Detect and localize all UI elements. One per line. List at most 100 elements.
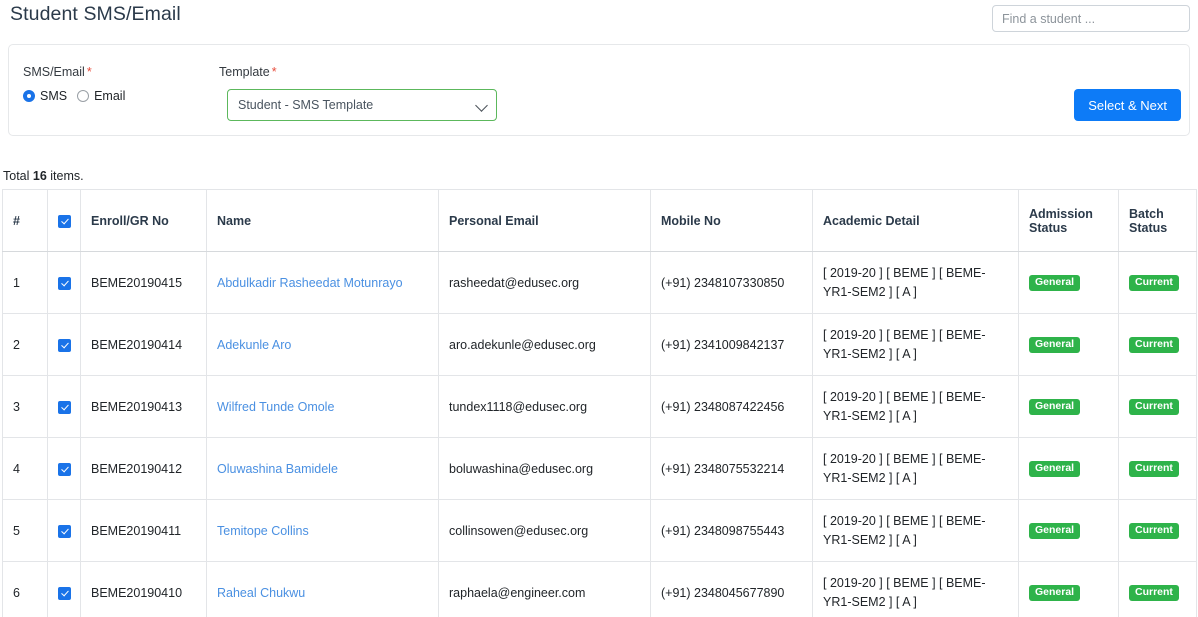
row-mobile-no: (+91) 2348075532214 [650, 437, 813, 500]
batch-status-badge: Current [1129, 522, 1179, 539]
select-and-next-button[interactable]: Select & Next [1074, 89, 1181, 121]
radio-option-sms[interactable]: SMS [23, 89, 67, 103]
radio-sms-label: SMS [40, 89, 68, 103]
row-checkbox-cell[interactable] [47, 561, 81, 617]
table-row: 1 BEME20190415 Abdulkadir Rasheedat Motunr… [2, 251, 1197, 314]
row-academic-detail: [ 2019-20 ] [ BEME ] [ BEME-YR1-SEM2 ] [… [812, 375, 1019, 438]
filter-card: SMS/Email * SMS Email Template * Student -… [8, 44, 1190, 136]
radio-sms-icon[interactable] [23, 90, 35, 102]
table-header-row: # Enroll/GR No Name Personal Email Mobil… [2, 189, 1197, 252]
table-head: # Enroll/GR No Name Personal Email Mobil… [2, 189, 1197, 252]
table-row: 5 BEME20190411 Temitope Collins collinsowen… [2, 499, 1197, 562]
header-enroll[interactable]: Enroll/GR No [80, 189, 207, 252]
student-name-link[interactable]: Temitope Collins [217, 524, 309, 538]
table-row: 4 BEME20190412 Oluwashina Bamidele boluwash… [2, 437, 1197, 500]
row-checkbox[interactable] [58, 462, 71, 476]
smsemail-label-text: SMS/Email [23, 65, 85, 79]
row-enroll-no: BEME20190412 [80, 437, 207, 500]
row-checkbox[interactable] [58, 524, 71, 538]
row-academic-detail: [ 2019-20 ] [ BEME ] [ BEME-YR1-SEM2 ] [… [812, 561, 1019, 617]
row-checkbox-cell[interactable] [47, 437, 81, 500]
row-checkbox[interactable] [58, 400, 71, 414]
radio-email-label: Email [94, 89, 126, 103]
row-checkbox-cell[interactable] [47, 499, 81, 562]
students-table: # Enroll/GR No Name Personal Email Mobil… [2, 189, 1197, 617]
row-batch-status-cell: Current [1118, 499, 1197, 562]
template-select[interactable]: Student - SMS Template [227, 89, 497, 121]
row-mobile-no: (+91) 2341009842137 [650, 313, 813, 376]
row-checkbox[interactable] [58, 338, 71, 352]
table-row: 2 BEME20190414 Adekunle Aro aro.adekunle@ed… [2, 313, 1197, 376]
header-academic[interactable]: Academic Detail [812, 189, 1019, 252]
admission-status-badge: General [1029, 336, 1081, 353]
row-name-cell[interactable]: Adekunle Aro [206, 313, 439, 376]
row-name-cell[interactable]: Raheal Chukwu [206, 561, 439, 617]
header-email[interactable]: Personal Email [438, 189, 651, 252]
row-name-cell[interactable]: Temitope Collins [206, 499, 439, 562]
row-batch-status-cell: Current [1118, 561, 1197, 617]
header-select-all[interactable] [47, 189, 81, 252]
table-row: 6 BEME20190410 Raheal Chukwu raphaela@engin… [2, 561, 1197, 617]
row-academic-detail: [ 2019-20 ] [ BEME ] [ BEME-YR1-SEM2 ] [… [812, 499, 1019, 562]
row-batch-status-cell: Current [1118, 313, 1197, 376]
header-mobile[interactable]: Mobile No [650, 189, 813, 252]
row-personal-email: raphaela@engineer.com [438, 561, 651, 617]
row-academic-detail: [ 2019-20 ] [ BEME ] [ BEME-YR1-SEM2 ] [… [812, 313, 1019, 376]
total-items-text: Total 16 items. [3, 169, 84, 183]
row-checkbox[interactable] [58, 586, 71, 600]
row-enroll-no: BEME20190414 [80, 313, 207, 376]
table-row: 3 BEME20190413 Wilfred Tunde Omole tundex11… [2, 375, 1197, 438]
header-name[interactable]: Name [206, 189, 439, 252]
admission-status-badge: General [1029, 460, 1081, 477]
student-name-link[interactable]: Oluwashina Bamidele [217, 462, 338, 476]
student-name-link[interactable]: Wilfred Tunde Omole [217, 400, 334, 414]
page-title: Student SMS/Email [10, 3, 181, 25]
row-admission-status-cell: General [1018, 375, 1119, 438]
row-personal-email: tundex1118@edusec.org [438, 375, 651, 438]
row-name-cell[interactable]: Wilfred Tunde Omole [206, 375, 439, 438]
row-index: 4 [2, 437, 48, 500]
total-count: 16 [32, 169, 47, 183]
search-input[interactable] [992, 5, 1190, 32]
total-prefix: Total [3, 169, 33, 183]
radio-option-email[interactable]: Email [77, 89, 125, 103]
admission-status-badge: General [1029, 274, 1081, 291]
header-admission[interactable]: Admission Status [1018, 189, 1119, 252]
row-checkbox-cell[interactable] [47, 313, 81, 376]
row-admission-status-cell: General [1018, 251, 1119, 314]
total-suffix: items. [46, 169, 84, 183]
row-batch-status-cell: Current [1118, 251, 1197, 314]
student-name-link[interactable]: Abdulkadir Rasheedat Motunrayo [217, 276, 403, 290]
row-name-cell[interactable]: Oluwashina Bamidele [206, 437, 439, 500]
batch-status-badge: Current [1129, 584, 1179, 601]
row-academic-detail: [ 2019-20 ] [ BEME ] [ BEME-YR1-SEM2 ] [… [812, 251, 1019, 314]
row-personal-email: rasheedat@edusec.org [438, 251, 651, 314]
admission-status-badge: General [1029, 584, 1081, 601]
row-index: 6 [2, 561, 48, 617]
batch-status-badge: Current [1129, 460, 1179, 477]
row-checkbox[interactable] [58, 276, 71, 290]
row-name-cell[interactable]: Abdulkadir Rasheedat Motunrayo [206, 251, 439, 314]
table-body: 1 BEME20190415 Abdulkadir Rasheedat Motunr… [2, 251, 1197, 617]
page-header: Student SMS/Email [0, 0, 1198, 36]
header-batch[interactable]: Batch Status [1118, 189, 1197, 252]
row-index: 1 [2, 251, 48, 314]
batch-status-badge: Current [1129, 398, 1179, 415]
students-table-wrapper: # Enroll/GR No Name Personal Email Mobil… [2, 189, 1197, 617]
radio-email-icon[interactable] [77, 90, 90, 102]
student-name-link[interactable]: Adekunle Aro [217, 338, 291, 352]
row-checkbox-cell[interactable] [47, 375, 81, 438]
chevron-down-icon [475, 99, 488, 112]
row-personal-email: boluwashina@edusec.org [438, 437, 651, 500]
row-personal-email: collinsowen@edusec.org [438, 499, 651, 562]
student-name-link[interactable]: Raheal Chukwu [217, 586, 305, 600]
row-academic-detail: [ 2019-20 ] [ BEME ] [ BEME-YR1-SEM2 ] [… [812, 437, 1019, 500]
row-checkbox-cell[interactable] [47, 251, 81, 314]
channel-radio-group: SMS Email [23, 89, 125, 103]
select-all-checkbox[interactable] [58, 214, 71, 228]
admission-status-badge: General [1029, 522, 1081, 539]
row-index: 5 [2, 499, 48, 562]
row-batch-status-cell: Current [1118, 375, 1197, 438]
row-admission-status-cell: General [1018, 437, 1119, 500]
row-index: 2 [2, 313, 48, 376]
